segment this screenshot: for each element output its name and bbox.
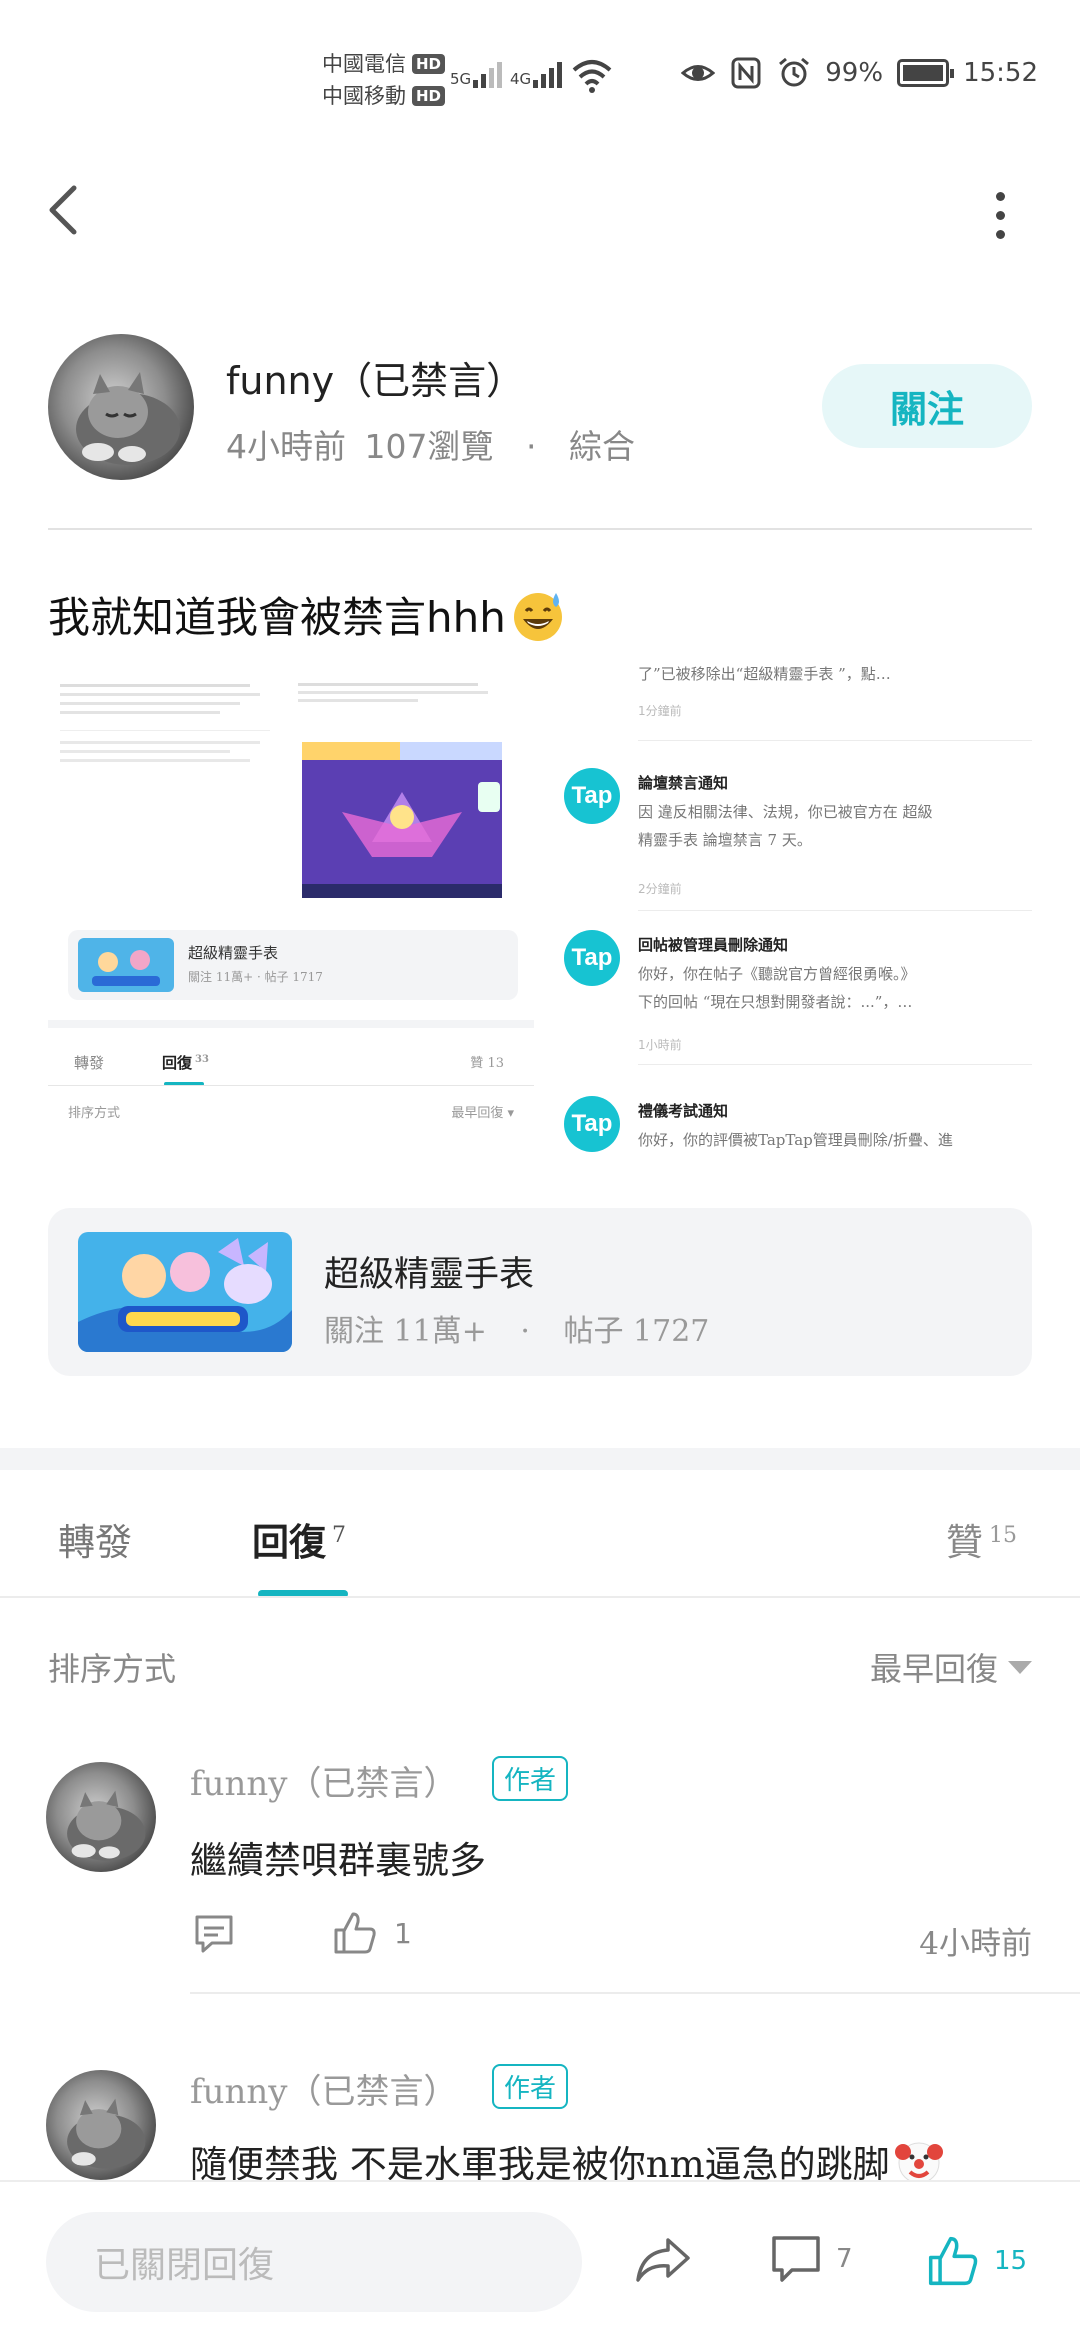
game-stats-separator: · — [520, 1314, 530, 1349]
post-meta: 4小時前 107瀏覽 · 綜合 — [226, 420, 635, 468]
comment-divider — [190, 1992, 1080, 1994]
game-card[interactable]: 超級精靈手表 關注 11萬+ · 帖子 1727 — [48, 1208, 1032, 1376]
comments-button[interactable]: 7 — [770, 2234, 853, 2284]
tab-like[interactable]: 贊 15 — [946, 1512, 1017, 1566]
reply-count: 7 — [332, 1522, 346, 1548]
comment-avatar[interactable] — [46, 2070, 156, 2180]
post-category[interactable]: 綜合 — [569, 427, 635, 466]
post-views: 107瀏覽 — [364, 427, 494, 466]
author-badge: 作者 — [492, 1756, 569, 1801]
sort-label: 排序方式 — [48, 1650, 177, 1688]
post-image[interactable]: 超級精靈手表 關注 11萬+ · 帖子 1717 轉發 回復 33 贊 13 排序… — [48, 660, 1032, 1175]
post-image-top-line: 了​”已被移除出“超級精靈手表 ”，點… — [638, 665, 891, 683]
battery-percent: 99% — [825, 58, 884, 88]
follow-button[interactable]: 關注 — [822, 364, 1032, 448]
game-post-count: 帖子 1727 — [563, 1314, 710, 1349]
tap-logo-icon: Tap — [564, 930, 620, 986]
share-button[interactable] — [634, 2234, 692, 2286]
caret-down-icon — [1008, 1660, 1032, 1674]
author-badge: 作者 — [492, 2064, 569, 2109]
comment-time: 4小時前 — [919, 1926, 1032, 1962]
bottom-bar: 已關閉回復 7 15 — [0, 2180, 1080, 2340]
hd-badge-1: HD — [412, 54, 446, 74]
more-options-icon[interactable] — [985, 192, 1015, 242]
like-button[interactable]: 15 — [926, 2234, 1027, 2288]
post-image-sort-value: 最早回復 ▾ — [451, 1106, 514, 1121]
tabs-divider — [0, 1596, 1080, 1598]
thumbs-up-icon — [334, 1912, 376, 1954]
post-image-tab-reply: 回復 33 — [162, 1054, 209, 1072]
signal-4g-icon: 4G — [510, 58, 563, 88]
game-stats: 關注 11萬+ · 帖子 1727 — [324, 1306, 709, 1350]
post-image-left-panel: 超級精靈手表 關注 11萬+ · 帖子 1717 轉發 回復 33 贊 13 排序… — [48, 660, 534, 1175]
post-image-text-lines — [298, 678, 498, 718]
comment-bubble-icon — [772, 2236, 820, 2282]
reply-input[interactable]: 已關閉回復 — [46, 2212, 582, 2312]
share-arrow-icon — [636, 2238, 690, 2282]
carrier-info: 中國電信 HD 中國移動 HD — [322, 48, 446, 112]
clown-emoji-icon — [894, 2142, 943, 2184]
post-title: 我就知道我會被禁言hhh — [48, 584, 566, 645]
comment-reply-button[interactable] — [192, 1912, 236, 1956]
post-image-topic-card: 超級精靈手表 關注 11萬+ · 帖子 1717 — [68, 930, 518, 1000]
post-image-topic-stats: 關注 11萬+ · 帖子 1717 — [188, 970, 323, 984]
header-divider — [48, 528, 1032, 530]
carrier-2-label: 中國移動 — [322, 84, 406, 108]
comment-like-count: 1 — [394, 1916, 412, 1950]
hd-badge-2: HD — [412, 86, 446, 106]
section-gap — [0, 1448, 1080, 1470]
post-image-top-time: 1分鐘前 — [638, 704, 682, 718]
post-image-tab-like: 贊 13 — [470, 1056, 504, 1071]
like-count: 15 — [989, 1522, 1017, 1548]
grinning-sweat-emoji-icon — [513, 592, 562, 641]
comment-avatar[interactable] — [46, 1762, 156, 1872]
post-image-topic-thumb — [78, 938, 174, 992]
tab-reply[interactable]: 回復 7 — [252, 1512, 346, 1566]
nfc-icon — [731, 57, 761, 89]
post-image-topic-name: 超級精靈手表 — [188, 944, 279, 962]
post-image-blurred-text — [60, 678, 270, 808]
game-screenshot-thumbnail — [302, 742, 502, 898]
battery-icon — [897, 59, 955, 87]
sort-dropdown[interactable]: 最早回復 — [870, 1644, 1032, 1690]
comment-bubble-icon — [195, 1915, 233, 1953]
eye-icon — [681, 65, 716, 81]
carrier-1-label: 中國電信 — [322, 52, 406, 76]
thumbs-up-icon — [928, 2236, 978, 2286]
author-name[interactable]: funny（已禁言） — [226, 350, 524, 405]
post-title-text: 我就知道我會被禁言hhh — [48, 593, 506, 642]
net-5g-label: 5G — [450, 70, 472, 88]
meta-separator: · — [526, 427, 537, 466]
tap-logo-icon: Tap — [564, 768, 620, 824]
comment-like-button[interactable]: 1 — [332, 1910, 412, 1956]
back-arrow-icon[interactable] — [40, 180, 90, 240]
game-thumbnail — [78, 1232, 292, 1352]
post-time: 4小時前 — [226, 427, 346, 466]
post-image-right-panel: 了​”已被移除出“超級精靈手表 ”，點… 1分鐘前 Tap 論壇禁言通知 因 違… — [564, 660, 1032, 1175]
game-follow-count: 關注 11萬+ — [324, 1314, 487, 1349]
net-4g-label: 4G — [510, 70, 532, 88]
comments-count: 7 — [836, 2244, 853, 2274]
comment-author-name[interactable]: funny（已禁言） — [190, 1756, 457, 1805]
post-image-section-gap — [48, 1020, 534, 1028]
likes-count: 15 — [994, 2246, 1028, 2276]
author-avatar[interactable] — [48, 334, 194, 480]
comment-author-name[interactable]: funny（已禁言） — [190, 2064, 457, 2113]
tap-logo-icon: Tap — [564, 1096, 620, 1152]
status-bar: 中國電信 HD 中國移動 HD 5G 4G 99% 15:52 — [0, 0, 1080, 140]
post-image-sort-label: 排序方式 — [68, 1106, 121, 1121]
clock: 15:52 — [963, 58, 1038, 88]
post-image-tab-repost: 轉發 — [74, 1054, 105, 1072]
alarm-icon — [779, 57, 810, 87]
game-name: 超級精靈手表 — [324, 1255, 535, 1295]
status-right: 99% 15:52 — [681, 56, 1038, 90]
signal-5g-icon: 5G — [450, 58, 503, 88]
tab-repost[interactable]: 轉發 — [58, 1512, 132, 1566]
sort-value: 最早回復 — [869, 1650, 998, 1688]
comment-text: 繼續禁唄群裏號多 — [190, 1839, 486, 1882]
wifi-icon — [572, 60, 612, 93]
